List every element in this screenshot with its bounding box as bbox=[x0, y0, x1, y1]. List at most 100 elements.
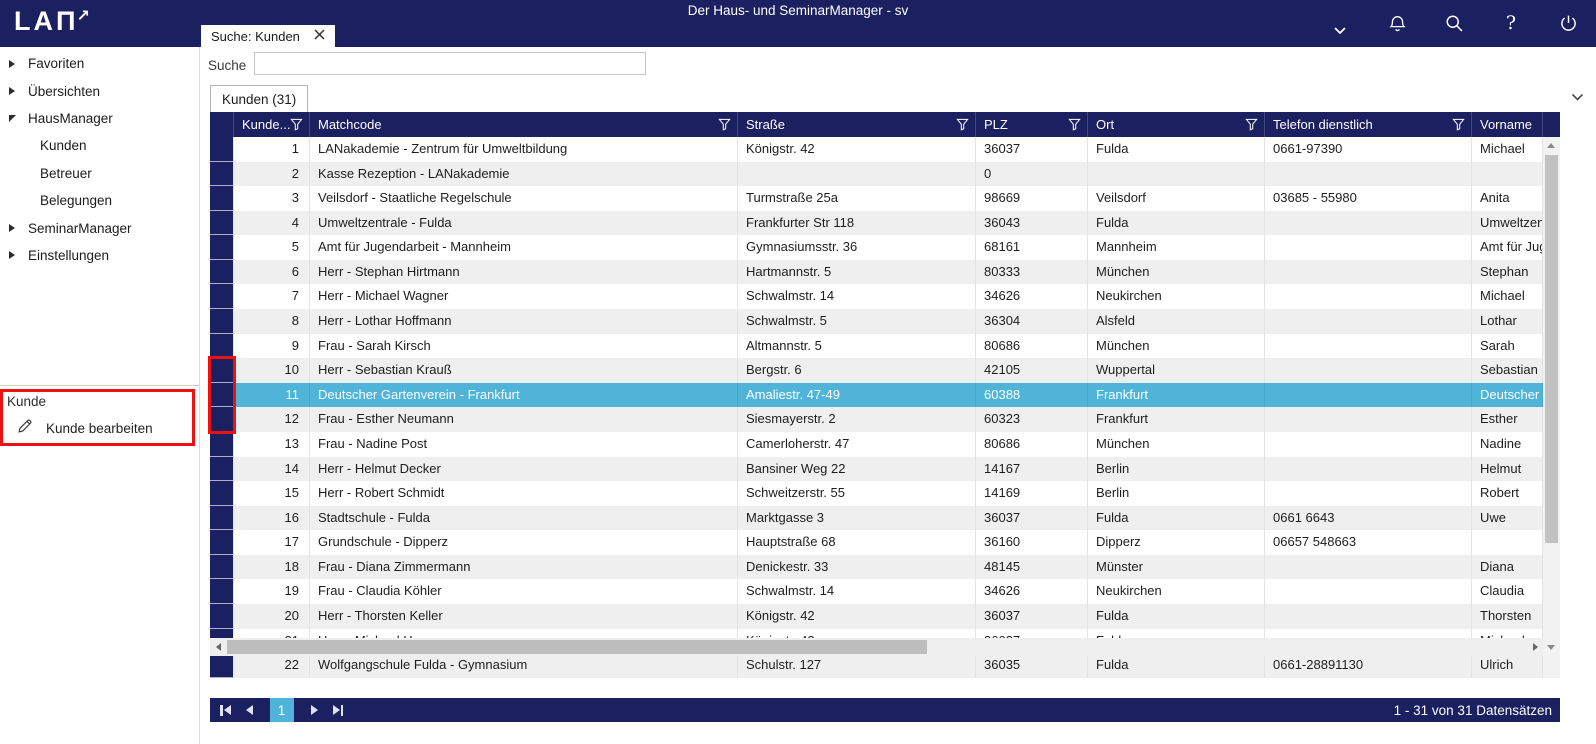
cell-ort[interactable]: Mannheim bbox=[1088, 235, 1265, 260]
filter-funnel-icon[interactable] bbox=[1452, 118, 1465, 131]
cell-strasse[interactable]: Bansiner Weg 22 bbox=[738, 457, 976, 482]
cell-matchcode[interactable]: LANakademie - Zentrum für Umweltbildung bbox=[310, 137, 738, 162]
tree-expanded-icon[interactable] bbox=[9, 115, 16, 122]
next-page-button[interactable] bbox=[311, 705, 318, 715]
cell-ort[interactable]: Wuppertal bbox=[1088, 358, 1265, 383]
table-row[interactable]: 2Kasse Rezeption - LANakademie0 bbox=[210, 162, 1560, 187]
cell-plz[interactable]: 48145 bbox=[976, 555, 1088, 580]
scroll-right-icon[interactable] bbox=[1533, 643, 1538, 651]
cell-matchcode[interactable]: Herr - Michael Wagner bbox=[310, 284, 738, 309]
cell-telefon[interactable] bbox=[1265, 309, 1472, 334]
table-row[interactable]: 11Deutscher Gartenverein - FrankfurtAmal… bbox=[210, 383, 1560, 408]
cell-ort[interactable]: Münster bbox=[1088, 555, 1265, 580]
current-page-button[interactable]: 1 bbox=[270, 698, 294, 722]
cell-nr[interactable]: 7 bbox=[234, 284, 310, 309]
cell-strasse[interactable]: Schwalmstr. 14 bbox=[738, 579, 976, 604]
row-selector-cell[interactable] bbox=[210, 235, 234, 260]
cell-ort[interactable]: Berlin bbox=[1088, 457, 1265, 482]
cell-telefon[interactable] bbox=[1265, 334, 1472, 359]
column-header-kunde-[interactable]: Kunde... bbox=[234, 112, 310, 137]
cell-matchcode[interactable]: Frau - Nadine Post bbox=[310, 432, 738, 457]
cell-matchcode[interactable]: Frau - Esther Neumann bbox=[310, 407, 738, 432]
cell-vorname[interactable]: Anita bbox=[1472, 186, 1543, 211]
cell-vorname[interactable]: Deutscher Gartenverein bbox=[1472, 383, 1543, 408]
tab-suche-kunden[interactable]: Suche: Kunden bbox=[201, 25, 335, 47]
cell-matchcode[interactable]: Umweltzentrale - Fulda bbox=[310, 211, 738, 236]
table-row[interactable]: 5Amt für Jugendarbeit - MannheimGymnasiu… bbox=[210, 235, 1560, 260]
sidebar-item-seminarmanager[interactable]: SeminarManager bbox=[0, 214, 199, 241]
row-selector-cell[interactable] bbox=[210, 334, 234, 359]
table-row[interactable]: 4Umweltzentrale - FuldaFrankfurter Str 1… bbox=[210, 211, 1560, 236]
cell-ort[interactable]: Dipperz bbox=[1088, 530, 1265, 555]
filter-funnel-icon[interactable] bbox=[1245, 118, 1258, 131]
cell-telefon[interactable] bbox=[1265, 284, 1472, 309]
cell-strasse[interactable]: Königstr. 42 bbox=[738, 604, 976, 629]
sidebar-item-einstellungen[interactable]: Einstellungen bbox=[0, 242, 199, 269]
cell-ort[interactable]: München bbox=[1088, 334, 1265, 359]
cell-vorname[interactable]: Thorsten bbox=[1472, 604, 1543, 629]
row-selector-cell[interactable] bbox=[210, 432, 234, 457]
table-row[interactable]: 19Frau - Claudia KöhlerSchwalmstr. 14346… bbox=[210, 579, 1560, 604]
row-selector-cell[interactable] bbox=[210, 506, 234, 531]
cell-nr[interactable]: 20 bbox=[234, 604, 310, 629]
cell-nr[interactable]: 2 bbox=[234, 162, 310, 187]
row-selector-cell[interactable] bbox=[210, 260, 234, 285]
cell-plz[interactable]: 36037 bbox=[976, 137, 1088, 162]
cell-matchcode[interactable]: Veilsdorf - Staatliche Regelschule bbox=[310, 186, 738, 211]
filter-funnel-icon[interactable] bbox=[1068, 118, 1081, 131]
cell-plz[interactable]: 36037 bbox=[976, 604, 1088, 629]
tree-collapsed-icon[interactable] bbox=[9, 87, 15, 95]
cell-plz[interactable]: 98669 bbox=[976, 186, 1088, 211]
cell-nr[interactable]: 11 bbox=[234, 383, 310, 408]
row-selector-cell[interactable] bbox=[210, 555, 234, 580]
cell-plz[interactable]: 36035 bbox=[976, 653, 1088, 678]
cell-vorname[interactable] bbox=[1472, 530, 1543, 555]
cell-telefon[interactable]: 0661 6643 bbox=[1265, 506, 1472, 531]
cell-matchcode[interactable]: Amt für Jugendarbeit - Mannheim bbox=[310, 235, 738, 260]
sidebar-item-übersichten[interactable]: Übersichten bbox=[0, 77, 199, 104]
sidebar-item-belegungen[interactable]: Belegungen bbox=[0, 187, 199, 214]
cell-matchcode[interactable]: Stadtschule - Fulda bbox=[310, 506, 738, 531]
cell-ort[interactable]: Berlin bbox=[1088, 481, 1265, 506]
cell-plz[interactable]: 68161 bbox=[976, 235, 1088, 260]
power-icon[interactable] bbox=[1556, 11, 1580, 35]
row-selector-cell[interactable] bbox=[210, 481, 234, 506]
notifications-bell-icon[interactable] bbox=[1385, 11, 1409, 35]
scroll-down-icon[interactable] bbox=[1547, 645, 1555, 650]
cell-strasse[interactable]: Schulstr. 127 bbox=[738, 653, 976, 678]
search-input[interactable] bbox=[254, 52, 646, 75]
cell-matchcode[interactable]: Herr - Lothar Hoffmann bbox=[310, 309, 738, 334]
tab-kunden-results[interactable]: Kunden (31) bbox=[210, 85, 308, 112]
cell-ort[interactable]: Veilsdorf bbox=[1088, 186, 1265, 211]
cell-vorname[interactable]: Robert bbox=[1472, 481, 1543, 506]
cell-plz[interactable]: 14167 bbox=[976, 457, 1088, 482]
cell-strasse[interactable]: Turmstraße 25a bbox=[738, 186, 976, 211]
cell-matchcode[interactable]: Kasse Rezeption - LANakademie bbox=[310, 162, 738, 187]
cell-ort[interactable]: Fulda bbox=[1088, 653, 1265, 678]
row-selector-cell[interactable] bbox=[210, 383, 234, 408]
row-selector-cell[interactable] bbox=[210, 358, 234, 383]
cell-nr[interactable]: 9 bbox=[234, 334, 310, 359]
vertical-scroll-thumb[interactable] bbox=[1545, 155, 1558, 543]
cell-ort[interactable]: München bbox=[1088, 432, 1265, 457]
cell-plz[interactable]: 34626 bbox=[976, 284, 1088, 309]
cell-vorname[interactable]: Amt für Jugendarbeit bbox=[1472, 235, 1543, 260]
previous-page-button[interactable] bbox=[246, 705, 253, 715]
table-row[interactable]: 6Herr - Stephan HirtmannHartmannstr. 580… bbox=[210, 260, 1560, 285]
cell-matchcode[interactable]: Grundschule - Dipperz bbox=[310, 530, 738, 555]
table-row[interactable]: 8Herr - Lothar HoffmannSchwalmstr. 53630… bbox=[210, 309, 1560, 334]
cell-plz[interactable]: 60388 bbox=[976, 383, 1088, 408]
cell-plz[interactable]: 14169 bbox=[976, 481, 1088, 506]
filter-funnel-icon[interactable] bbox=[956, 118, 969, 131]
cell-nr[interactable]: 5 bbox=[234, 235, 310, 260]
cell-vorname[interactable]: Umweltzentrale bbox=[1472, 211, 1543, 236]
cell-strasse[interactable]: Amaliestr. 47-49 bbox=[738, 383, 976, 408]
table-row[interactable]: 13Frau - Nadine PostCamerloherstr. 47806… bbox=[210, 432, 1560, 457]
table-row[interactable]: 3Veilsdorf - Staatliche RegelschuleTurms… bbox=[210, 186, 1560, 211]
row-selector-cell[interactable] bbox=[210, 579, 234, 604]
row-selector-cell[interactable] bbox=[210, 284, 234, 309]
cell-vorname[interactable]: Sebastian bbox=[1472, 358, 1543, 383]
cell-telefon[interactable] bbox=[1265, 358, 1472, 383]
help-icon[interactable]: ? bbox=[1499, 11, 1523, 35]
sidebar-item-hausmanager[interactable]: HausManager bbox=[0, 105, 199, 132]
